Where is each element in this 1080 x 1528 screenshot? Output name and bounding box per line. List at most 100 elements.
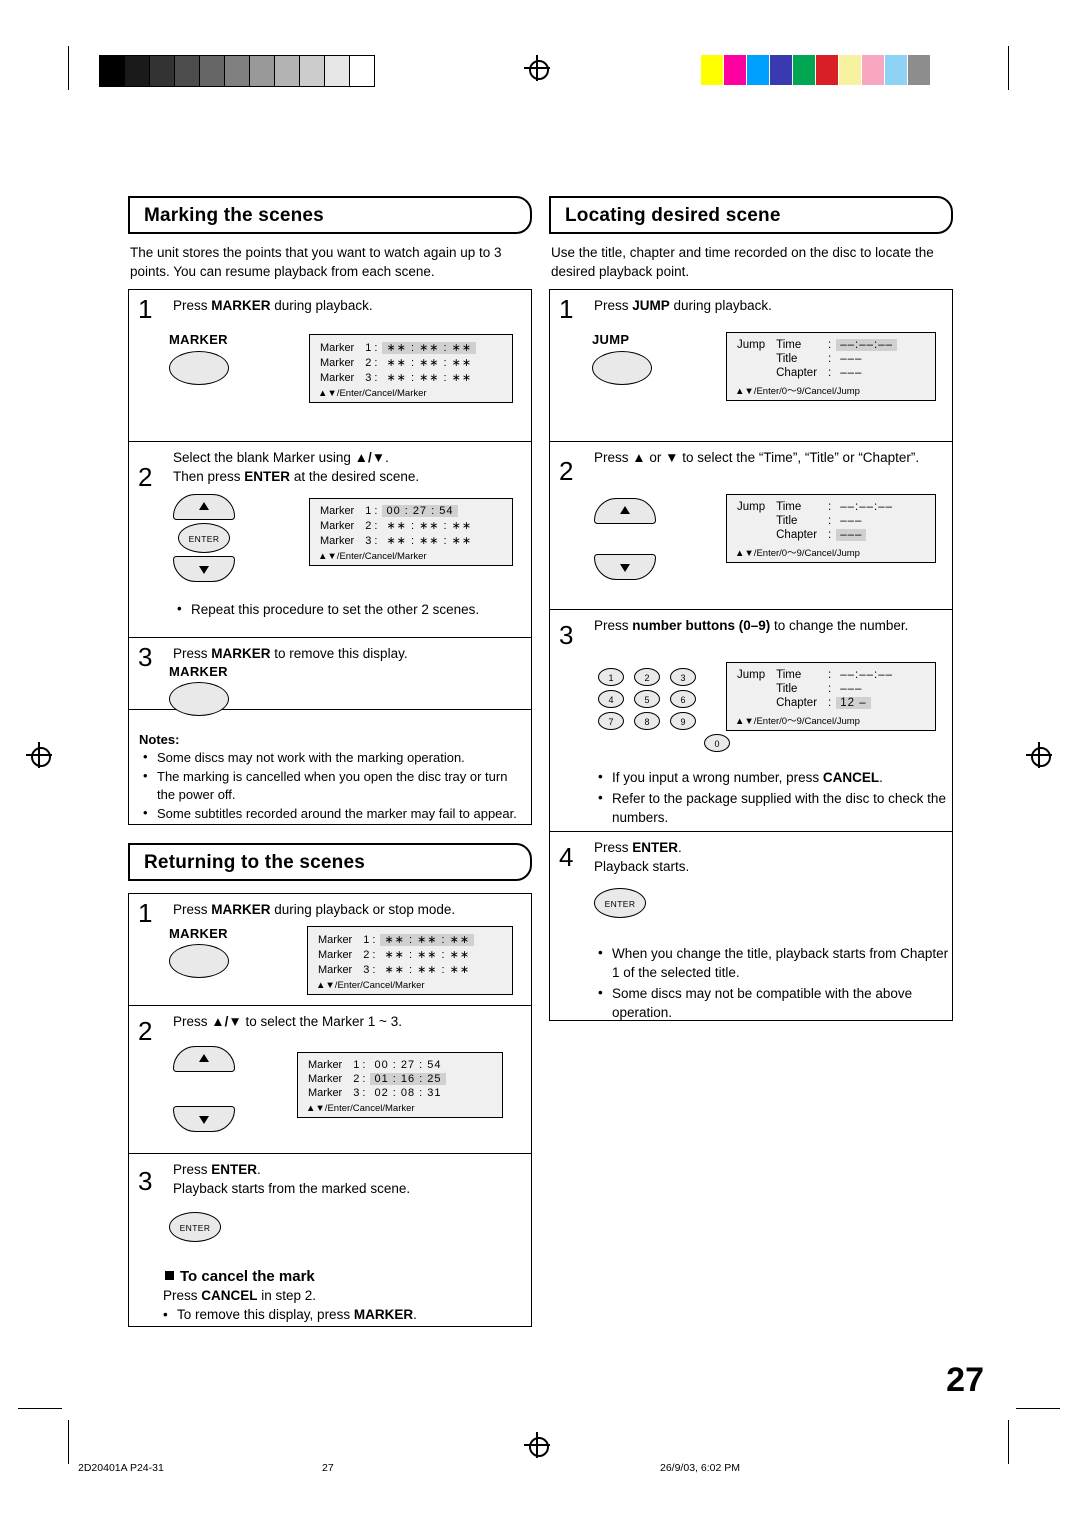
osd-head: Jump — [737, 501, 766, 513]
enter-button[interactable]: ENTER — [178, 523, 230, 553]
bullet-item: Some discs may not be compatible with th… — [598, 983, 950, 1022]
number-button-6[interactable]: 6 — [670, 690, 696, 708]
osd-colon: : — [828, 353, 832, 365]
number-button-9[interactable]: 9 — [670, 712, 696, 730]
osd-row: Marker 3 : 02 : 08 : 31 — [306, 1086, 448, 1100]
arrow-group-r2[interactable] — [173, 1046, 235, 1132]
osd-row: Jump Time: ––:––:–– — [735, 500, 899, 514]
crop-mark-bl-v — [68, 1420, 69, 1464]
manual-page: Marking the scenes The unit stores the p… — [0, 0, 1080, 1528]
page-number: 27 — [946, 1361, 984, 1399]
number-buttons-group[interactable]: 123 456 7890 — [598, 668, 730, 752]
crop-mark-br-v — [1008, 1420, 1009, 1464]
step-number: 2 — [559, 456, 574, 486]
text-pre: Press — [594, 840, 633, 855]
number-button-2[interactable]: 2 — [634, 668, 660, 686]
color-swatch — [770, 55, 792, 85]
returning-osd-1: Marker 1 : ∗∗ : ∗∗ : ∗∗ Marker 2 : ∗∗ : ∗∗ :… — [307, 926, 513, 995]
text-bold: MARKER — [211, 902, 271, 917]
up-arrow-button[interactable] — [173, 1046, 235, 1072]
osd-value: ∗∗ : ∗∗ : ∗∗ — [386, 372, 473, 384]
locating-step-3-bullets: If you input a wrong number, press CANCE… — [598, 766, 950, 827]
osd-value: ∗∗ : ∗∗ : ∗∗ — [382, 342, 477, 354]
osd-num: 1 : — [365, 341, 378, 354]
step-number: 1 — [559, 294, 574, 324]
text-post: to remove this display. — [270, 646, 408, 661]
osd-row: Jump Time: ––:––:–– — [735, 668, 899, 682]
jump-button[interactable] — [592, 351, 652, 385]
number-button-1[interactable]: 1 — [598, 668, 624, 686]
number-button-8[interactable]: 8 — [634, 712, 660, 730]
text-bold: ENTER — [632, 840, 679, 855]
arrow-enter-group[interactable]: ENTER — [173, 494, 235, 582]
text-pre: Press — [163, 1288, 202, 1303]
note-item: Some discs may not work with the marking… — [137, 748, 523, 767]
up-arrow-button[interactable] — [173, 494, 235, 520]
osd-num: 2 : — [365, 356, 378, 369]
section-title-returning: Returning to the scenes — [144, 852, 366, 873]
down-arrow-button[interactable] — [594, 554, 656, 580]
osd-table: Marker 1 : 00 : 27 : 54 Marker 2 : ∗∗ : ∗∗ :… — [318, 504, 478, 548]
osd-colon: : — [828, 683, 832, 695]
osd-row: Marker 2 : 01 : 16 : 25 — [306, 1072, 448, 1086]
up-down-arrow-inline: ▲/▼ — [211, 1014, 242, 1029]
step-number: 3 — [559, 620, 574, 650]
marker-button[interactable] — [169, 944, 229, 978]
step-number: 2 — [138, 462, 153, 492]
number-button-4[interactable]: 4 — [598, 690, 624, 708]
osd-table: Marker 1 : ∗∗ : ∗∗ : ∗∗ Marker 2 : ∗∗ : ∗∗ :… — [318, 340, 478, 385]
section-heading-returning: Returning to the scenes — [128, 843, 532, 881]
down-arrow-button[interactable] — [173, 1106, 235, 1132]
osd-row: Marker 3 : ∗∗ : ∗∗ : ∗∗ — [318, 370, 478, 385]
osd-row: Marker 2 : ∗∗ : ∗∗ : ∗∗ — [316, 947, 476, 962]
number-button-5[interactable]: 5 — [634, 690, 660, 708]
osd-table: Jump Time: ––:––:–– Title: ––– Chapter:12 – — [735, 668, 899, 710]
enter-button[interactable]: ENTER — [169, 1212, 221, 1242]
down-arrow-button[interactable] — [173, 556, 235, 582]
text-pre: Press — [173, 298, 212, 313]
text-pre: Press — [594, 618, 633, 633]
locating-end-bullets: When you change the title, playback star… — [598, 942, 950, 1022]
marking-step-3: 3 Press MARKER to remove this display. M… — [129, 638, 531, 716]
text-bold: number buttons (0–9) — [632, 618, 771, 633]
osd-label: Marker — [320, 505, 355, 517]
osd-label: Marker — [318, 963, 353, 976]
grey-swatch — [224, 55, 250, 87]
osd-footer: ▲▼/Enter/0～9/Cancel/Jump — [735, 386, 860, 397]
marker-button-group-1[interactable]: MARKER — [169, 332, 229, 385]
marker-button-group-3[interactable]: MARKER — [169, 664, 229, 716]
number-button-0[interactable]: 0 — [704, 734, 730, 752]
osd-row: Marker 2 : ∗∗ : ∗∗ : ∗∗ — [318, 518, 478, 533]
up-arrow-button[interactable] — [594, 498, 656, 524]
osd-value: 02 : 08 : 31 — [374, 1087, 442, 1099]
arrow-group-l2[interactable] — [594, 498, 656, 580]
osd-row: Marker 3 : ∗∗ : ∗∗ : ∗∗ — [318, 533, 478, 548]
text-pre: Press — [173, 1162, 212, 1177]
osd-table: Marker 1 : ∗∗ : ∗∗ : ∗∗ Marker 2 : ∗∗ : ∗∗ :… — [316, 932, 476, 977]
cancel-mark-body: Press CANCEL in step 2. • To remove this … — [163, 1286, 417, 1324]
marker-button-group-r1[interactable]: MARKER — [169, 926, 229, 978]
number-button-3[interactable]: 3 — [670, 668, 696, 686]
cancel-bullet: • To remove this display, press MARKER. — [163, 1307, 417, 1322]
jump-button-label: JUMP — [592, 332, 630, 347]
text-pre: Select the blank Marker using — [173, 450, 355, 465]
osd-value: 01 : 16 : 25 — [370, 1073, 446, 1085]
locating-osd-3: Jump Time: ––:––:–– Title: ––– Chapter:12 –… — [726, 662, 936, 731]
marker-button[interactable] — [169, 351, 229, 385]
enter-button[interactable]: ENTER — [594, 888, 646, 918]
step-number: 2 — [138, 1016, 153, 1046]
jump-button-group[interactable]: JUMP — [592, 332, 652, 385]
text-line2: Playback starts. — [594, 859, 690, 874]
marking-step-2-bullets: Repeat this procedure to set the other 2… — [177, 598, 517, 619]
grey-swatch — [99, 55, 125, 87]
color-swatch — [747, 55, 769, 85]
osd-num: 3 : — [365, 371, 378, 384]
osd-num: 3 : — [365, 534, 378, 547]
up-arrow-inline: ▲ — [632, 450, 646, 465]
text-post: to change the number. — [770, 618, 909, 633]
step-number: 4 — [559, 842, 574, 872]
osd-value: ––– — [840, 515, 863, 527]
section-heading-marking: Marking the scenes — [128, 196, 532, 234]
number-button-7[interactable]: 7 — [598, 712, 624, 730]
step-number: 1 — [138, 898, 153, 928]
